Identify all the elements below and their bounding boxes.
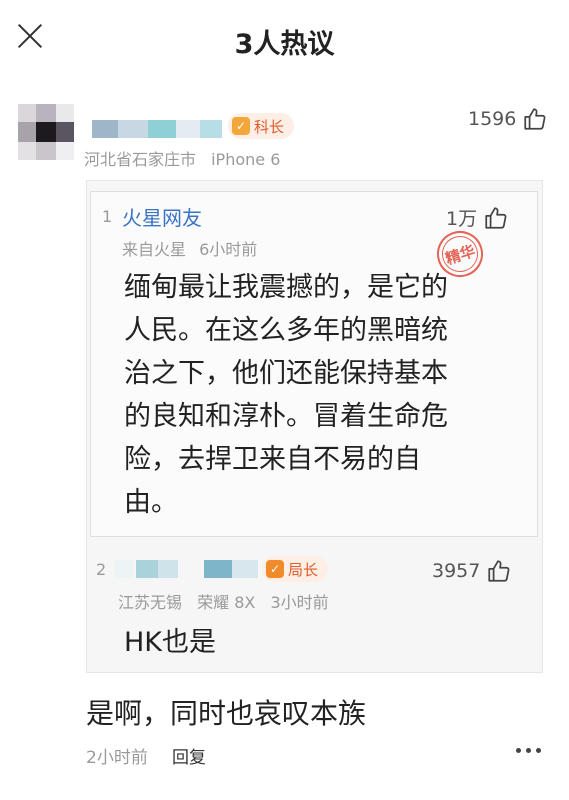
shield-icon: ✓ bbox=[232, 117, 250, 135]
thumbs-up-icon bbox=[524, 108, 546, 130]
device: 荣耀 8X bbox=[197, 593, 256, 612]
text-line: 人民。在这么多年的黑暗统 bbox=[124, 315, 448, 346]
top-bar: 3人热议 bbox=[0, 0, 569, 86]
avatar[interactable] bbox=[18, 104, 74, 160]
post-time: 3小时前 bbox=[270, 593, 329, 612]
text-line: 的良知和淳朴。冒着生命危 bbox=[124, 401, 448, 432]
quote-meta: 来自火星 6小时前 bbox=[122, 236, 257, 260]
shield-icon: ✓ bbox=[266, 560, 284, 578]
comment-time: 2小时前 bbox=[86, 748, 148, 768]
comment-body: 是啊，同时也哀叹本族 bbox=[86, 697, 367, 730]
text-line: 险，去捍卫来自不易的自 bbox=[124, 444, 421, 475]
reply-button[interactable]: 回复 bbox=[172, 743, 206, 768]
rank-badge: ✓ 科长 bbox=[228, 113, 295, 139]
floor-number: 1 bbox=[102, 207, 113, 226]
rank-badge: ✓ 局长 bbox=[262, 556, 329, 582]
source: 来自火星 bbox=[122, 240, 187, 259]
username-redacted[interactable] bbox=[114, 558, 260, 580]
thumbs-up-icon bbox=[488, 560, 510, 582]
username-redacted[interactable] bbox=[92, 118, 222, 142]
page-title: 3人热议 bbox=[234, 29, 335, 60]
reply-body: HK也是 bbox=[124, 627, 217, 658]
post-time: 6小时前 bbox=[199, 240, 258, 259]
like-button[interactable]: 1596 bbox=[468, 106, 548, 132]
location: 河北省石家庄市 bbox=[84, 150, 197, 169]
like-button[interactable]: 1万 bbox=[446, 204, 509, 231]
location: 江苏无锡 bbox=[118, 593, 183, 612]
quote-body: 缅甸最让我震撼的，是它的 人民。在这么多年的黑暗统 治之下，他们还能保持基本 的… bbox=[124, 266, 524, 524]
like-count: 3957 bbox=[432, 560, 481, 582]
username-link[interactable]: 火星网友 bbox=[122, 202, 202, 231]
floor-number: 2 bbox=[96, 560, 107, 579]
device: iPhone 6 bbox=[211, 150, 281, 169]
like-count: 1万 bbox=[446, 208, 478, 230]
thumbs-up-icon bbox=[485, 206, 507, 229]
comment-meta: 河北省石家庄市 iPhone 6 bbox=[84, 146, 280, 170]
like-button[interactable]: 3957 bbox=[432, 558, 512, 584]
reply-meta: 江苏无锡 荣耀 8X 3小时前 bbox=[118, 589, 329, 613]
text-line: 缅甸最让我震撼的，是它的 bbox=[124, 272, 448, 303]
text-line: 治之下，他们还能保持基本 bbox=[124, 358, 448, 389]
like-count: 1596 bbox=[468, 108, 517, 130]
more-options-icon[interactable] bbox=[516, 748, 541, 753]
text-line: 由。 bbox=[124, 487, 178, 518]
